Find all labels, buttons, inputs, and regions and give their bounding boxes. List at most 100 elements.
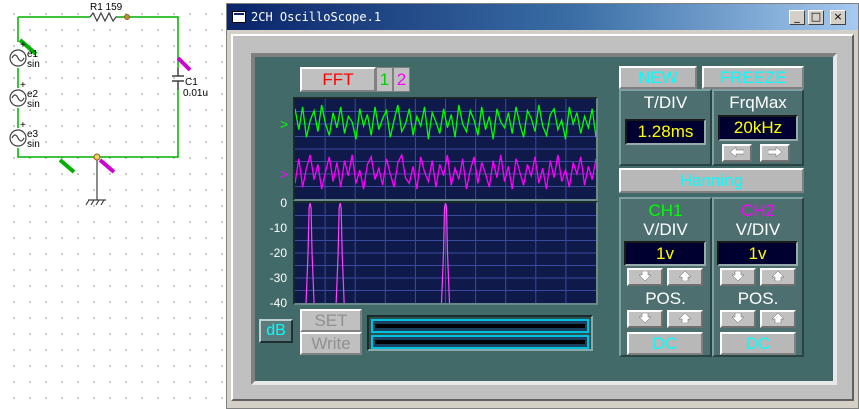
ch2-pos-up-button[interactable] bbox=[760, 310, 796, 328]
freeze-label: FREEZE bbox=[719, 68, 787, 87]
frqmax-label: FrqMax bbox=[729, 93, 787, 112]
set-button[interactable]: SET bbox=[300, 309, 362, 332]
ch2-group: CH2 V/DIV 1v POS. DC bbox=[712, 197, 804, 357]
memory-slot-1[interactable] bbox=[371, 319, 589, 333]
ch1-coupling-label: DC bbox=[652, 334, 678, 353]
source-e2[interactable] bbox=[9, 89, 27, 107]
ch1-vdiv-up-button[interactable] bbox=[667, 268, 703, 286]
source-e1[interactable] bbox=[9, 49, 27, 67]
ch1-toggle-label: 1 bbox=[379, 70, 390, 89]
arrow-up-icon bbox=[679, 271, 691, 281]
ch2-pos-label: POS. bbox=[737, 289, 779, 308]
source-e3-polarity: + bbox=[20, 120, 26, 131]
ch1-toggle[interactable]: 1 bbox=[376, 67, 393, 92]
spectrum-plot bbox=[295, 202, 596, 304]
ch2-coupling-label: DC bbox=[745, 334, 771, 353]
ch2-pos-down-button[interactable] bbox=[720, 310, 756, 328]
ch2-label: CH2 bbox=[740, 201, 775, 220]
ch2-vdiv-up-button[interactable] bbox=[760, 268, 796, 286]
maximize-icon: □ bbox=[810, 10, 822, 23]
arrow-right-icon bbox=[768, 147, 782, 157]
scope-body: FFT 1 2 > > 0 -10 -20 -30 -40 dB SET Write bbox=[231, 34, 854, 401]
write-button[interactable]: Write bbox=[300, 332, 362, 355]
y-tick-label: -40 bbox=[269, 296, 287, 310]
minimize-button[interactable]: _ bbox=[789, 10, 805, 25]
freeze-button[interactable]: FREEZE bbox=[702, 66, 804, 89]
arrow-down-icon bbox=[639, 313, 651, 323]
fft-label: FFT bbox=[322, 70, 354, 89]
maximize-button[interactable]: □ bbox=[808, 10, 824, 25]
fft-button[interactable]: FFT bbox=[300, 67, 376, 92]
ch1-label: CH1 bbox=[648, 201, 683, 220]
waveform-screen[interactable] bbox=[293, 97, 598, 201]
close-icon: × bbox=[833, 10, 843, 23]
source-e1-polarity: + bbox=[20, 40, 26, 51]
ch2-vdiv-label: V/DIV bbox=[735, 220, 781, 239]
ch1-pos-down-button[interactable] bbox=[627, 310, 663, 328]
arrow-up-icon bbox=[679, 313, 691, 323]
memory-slot-2[interactable] bbox=[371, 335, 589, 349]
ch1-vdiv-display[interactable]: 1v bbox=[624, 241, 706, 266]
scope-panel: FFT 1 2 > > 0 -10 -20 -30 -40 dB SET Write bbox=[251, 53, 837, 385]
y-tick-label: -10 bbox=[269, 221, 287, 235]
ch2-vdiv-display[interactable]: 1v bbox=[717, 241, 798, 266]
ch1-vdiv-label: V/DIV bbox=[643, 220, 688, 239]
db-button[interactable]: dB bbox=[259, 319, 293, 343]
new-label: NEW bbox=[638, 68, 678, 87]
spectrum-screen[interactable] bbox=[293, 201, 598, 305]
y-tick-label: 0 bbox=[280, 196, 287, 210]
tdiv-display[interactable]: 1.28ms bbox=[625, 119, 706, 145]
source-e2-type: sin bbox=[27, 99, 40, 110]
ch1-trace-marker: > bbox=[280, 116, 289, 132]
source-e1-type: sin bbox=[27, 59, 40, 70]
title-bar[interactable]: 2CH OscilloScope.1 _ □ × bbox=[227, 4, 858, 30]
minimize-icon: _ bbox=[794, 10, 800, 23]
source-e3-type: sin bbox=[27, 139, 40, 150]
oscilloscope-window: 2CH OscilloScope.1 _ □ × FFT 1 2 > > 0 -1… bbox=[226, 3, 859, 409]
write-label: Write bbox=[311, 334, 351, 353]
frqmax-right-button[interactable] bbox=[760, 144, 790, 162]
ch1-pos-up-button[interactable] bbox=[667, 310, 703, 328]
ch1-coupling-button[interactable]: DC bbox=[627, 332, 703, 355]
ch2-vdiv-down-button[interactable] bbox=[720, 268, 756, 286]
window-title: 2CH OscilloScope.1 bbox=[251, 10, 382, 24]
memory-slots bbox=[367, 315, 593, 351]
circuit-schematic: R1 159 C1 0.01u + e1 sin + e2 sin + e3 s… bbox=[0, 0, 226, 409]
ch2-trace-marker: > bbox=[280, 166, 289, 182]
arrow-down-icon bbox=[639, 271, 651, 281]
probe-ch2-icon[interactable] bbox=[98, 56, 192, 174]
ch1-pos-label: POS. bbox=[645, 289, 686, 308]
db-label: dB bbox=[266, 322, 286, 339]
arrow-up-icon bbox=[772, 271, 784, 281]
capacitor-value: 0.01u bbox=[183, 88, 209, 99]
capacitor-c1[interactable] bbox=[172, 68, 184, 90]
new-button[interactable]: NEW bbox=[619, 66, 697, 89]
ch2-toggle-label: 2 bbox=[396, 70, 407, 89]
frqmax-left-button[interactable] bbox=[722, 144, 752, 162]
arrow-left-icon bbox=[730, 147, 744, 157]
ch2-coupling-button[interactable]: DC bbox=[720, 332, 796, 355]
resistor-r1[interactable] bbox=[89, 11, 118, 23]
arrow-down-icon bbox=[732, 271, 744, 281]
set-label: SET bbox=[314, 311, 348, 330]
ch1-vdiv-down-button[interactable] bbox=[627, 268, 663, 286]
window-function-label: Hanning bbox=[679, 171, 744, 190]
y-tick-label: -30 bbox=[269, 271, 287, 285]
tdiv-group: T/DIV 1.28ms bbox=[619, 89, 712, 166]
arrow-down-icon bbox=[732, 313, 744, 323]
waveform-plot bbox=[294, 99, 597, 199]
close-button[interactable]: × bbox=[830, 10, 846, 25]
y-tick-label: -20 bbox=[269, 246, 287, 260]
tdiv-label: T/DIV bbox=[643, 93, 688, 112]
frqmax-group: FrqMax 20kHz bbox=[712, 89, 804, 166]
ch1-group: CH1 V/DIV 1v POS. DC bbox=[619, 197, 712, 357]
ch2-toggle[interactable]: 2 bbox=[393, 67, 410, 92]
source-e3[interactable] bbox=[9, 129, 27, 147]
capacitor-label: C1 bbox=[185, 77, 198, 88]
app-window-icon bbox=[232, 11, 246, 23]
window-function-button[interactable]: Hanning bbox=[619, 168, 804, 193]
arrow-up-icon bbox=[772, 313, 784, 323]
source-e2-polarity: + bbox=[20, 80, 26, 91]
resistor-label: R1 159 bbox=[90, 2, 123, 13]
frqmax-display[interactable]: 20kHz bbox=[718, 115, 798, 141]
